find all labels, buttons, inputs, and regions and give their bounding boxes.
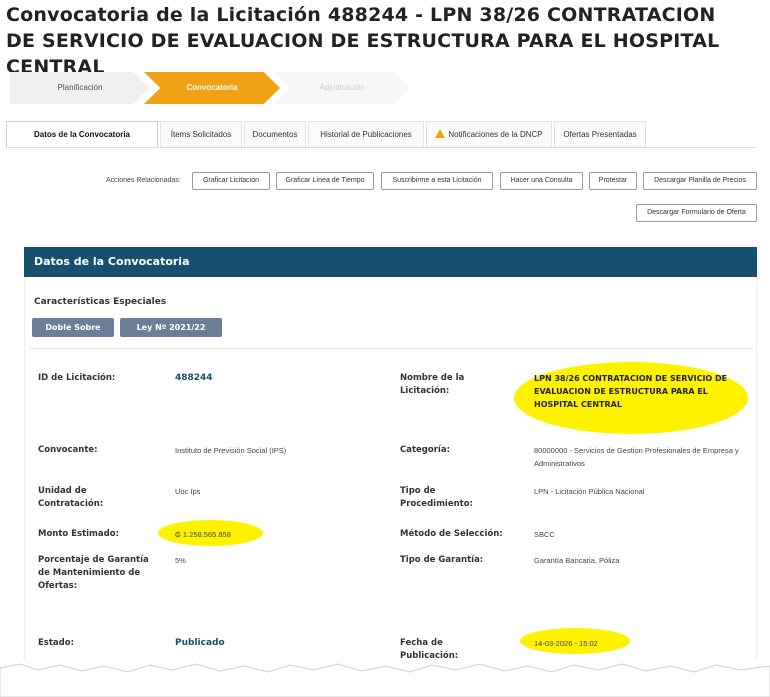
warning-icon — [435, 129, 446, 138]
suscribirme-button[interactable]: Suscribirme a esta Licitación — [381, 172, 493, 190]
unidad-label: Unidad de Contratación: — [38, 486, 104, 509]
actions-label: Acciones Relacionadas: — [106, 177, 181, 184]
tab-documentos[interactable]: Documentos — [244, 121, 306, 147]
fecha-value: 14-03-2026 - 15:02 — [534, 639, 598, 648]
characteristics-title: Características Especiales — [34, 297, 167, 307]
page: Convocatoria de la Licitación 488244 - L… — [0, 0, 770, 697]
porcentaje-value: 5% — [175, 556, 186, 565]
torn-edge — [0, 660, 770, 697]
estado-label: Estado: — [38, 638, 74, 648]
categoria-label: Categoría: — [400, 445, 450, 455]
monto-label: Monto Estimado: — [38, 529, 119, 539]
id-value[interactable]: 488244 — [175, 372, 213, 385]
descargar-formulario-button[interactable]: Descargar Formulario de Oferta — [636, 204, 757, 222]
descargar-planilla-button[interactable]: Descargar Planilla de Precios — [643, 172, 757, 190]
torn-edge-shape — [0, 663, 770, 697]
wizard-step-planificacion[interactable]: Planificación — [10, 72, 150, 104]
tab-ofertas-presentadas[interactable]: Ofertas Presentadas — [554, 121, 646, 147]
id-label: ID de Licitación: — [38, 373, 116, 383]
process-wizard: Planificación Convocatoria Adjudicación — [10, 72, 410, 104]
badge-doble-sobre: Doble Sobre — [32, 318, 114, 337]
graficar-linea-tiempo-button[interactable]: Graficar Línea de Tiempo — [276, 172, 374, 190]
protestar-button[interactable]: Protestar — [589, 172, 637, 190]
categoria-value: 80000000 - Servicios de Gestion Profesio… — [534, 446, 739, 468]
tipo-procedimiento-label: Tipo de Procedimiento: — [400, 486, 473, 509]
tab-notificaciones-label: Notificaciones de la DNCP — [448, 130, 543, 139]
panel-header: Datos de la Convocatoria — [24, 247, 757, 277]
tab-historial-publicaciones[interactable]: Historial de Publicaciones — [308, 121, 424, 147]
convocante-label: Convocante: — [38, 445, 98, 455]
tab-notificaciones-dncp[interactable]: Notificaciones de la DNCP — [426, 121, 552, 147]
page-title: Convocatoria de la Licitación 488244 - L… — [6, 4, 720, 78]
divider — [30, 348, 753, 349]
wizard-step-convocatoria[interactable]: Convocatoria — [144, 72, 280, 104]
tipo-garantia-label: Tipo de Garantía: — [400, 555, 484, 565]
metodo-value: SBCC — [534, 530, 555, 539]
tab-datos-convocatoria[interactable]: Datos de la Convocatoria — [6, 121, 158, 147]
porcentaje-label: Porcentaje de Garantía de Mantenimiento … — [38, 555, 149, 591]
metodo-label: Método de Selección: — [400, 529, 503, 539]
tab-bar: Datos de la Convocatoria Ítems Solicitad… — [6, 121, 756, 148]
monto-value: ₲ 1.258.565.858 — [175, 530, 231, 539]
unidad-value: Uoc Ips — [175, 487, 201, 496]
badge-ley: Ley Nº 2021/22 — [120, 318, 222, 337]
nombre-value: LPN 38/26 CONTRATACION DE SERVICIO DE EV… — [534, 374, 728, 409]
hacer-consulta-button[interactable]: Hacer una Consulta — [500, 172, 583, 190]
graficar-licitacion-button[interactable]: Graficar Licitación — [192, 172, 270, 190]
tab-items-solicitados[interactable]: Ítems Solicitados — [160, 121, 242, 147]
estado-value: Publicado — [175, 638, 225, 648]
tipo-procedimiento-value: LPN - Licitación Pública Nacional — [534, 487, 645, 496]
wizard-step-adjudicacion[interactable]: Adjudicación — [274, 72, 410, 104]
convocante-value: Instituto de Previsión Social (IPS) — [175, 446, 287, 455]
nombre-label: Nombre de la Licitación: — [400, 373, 465, 396]
tipo-garantia-value: Garantía Bancaria, Póliza — [534, 556, 620, 565]
